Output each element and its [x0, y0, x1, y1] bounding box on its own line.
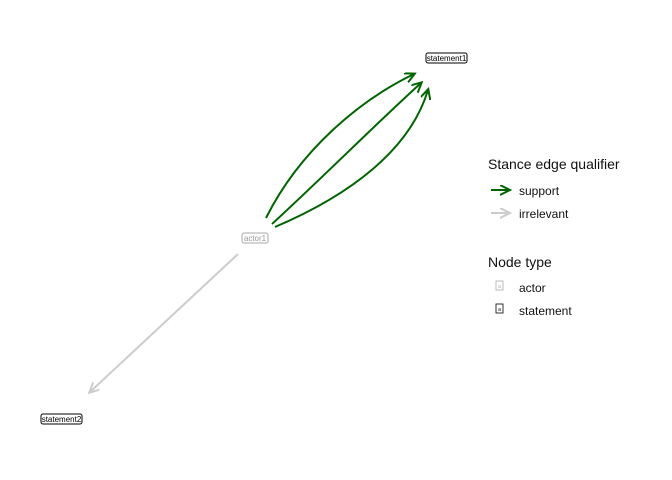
node-statement1[interactable]: statement1: [425, 52, 468, 64]
node-actor1[interactable]: actor1: [241, 232, 269, 244]
legend-edge-support: support: [491, 184, 560, 198]
node-statement1-label: statement1: [427, 54, 467, 63]
legend-statement-label: statement: [519, 304, 572, 318]
legend-irrelevant-label: irrelevant: [519, 207, 569, 221]
legend-support-label: support: [519, 184, 560, 198]
legend-edge-irrelevant: irrelevant: [491, 207, 569, 221]
edge-irrelevant-1: [90, 253, 239, 392]
network-diagram: statement1 actor1 statement2 Stance edge…: [40, 52, 620, 425]
edge-support-2: [271, 83, 421, 225]
legend-node-statement: a statement: [495, 303, 572, 318]
edge-support-1: [265, 74, 414, 219]
edge-support-3: [274, 90, 428, 228]
legend-node-title: Node type: [488, 254, 552, 270]
legend-edge-title: Stance edge qualifier: [488, 156, 620, 172]
node-actor1-label: actor1: [244, 234, 267, 243]
legend-actor-key-glyph: a: [498, 284, 501, 290]
legend: Stance edge qualifier support irrelevant…: [488, 156, 620, 318]
legend-node-actor: a actor: [495, 280, 546, 295]
node-statement2[interactable]: statement2: [40, 413, 83, 425]
legend-actor-label: actor: [519, 281, 546, 295]
legend-statement-key-glyph: a: [498, 307, 501, 313]
node-statement2-label: statement2: [42, 415, 82, 424]
